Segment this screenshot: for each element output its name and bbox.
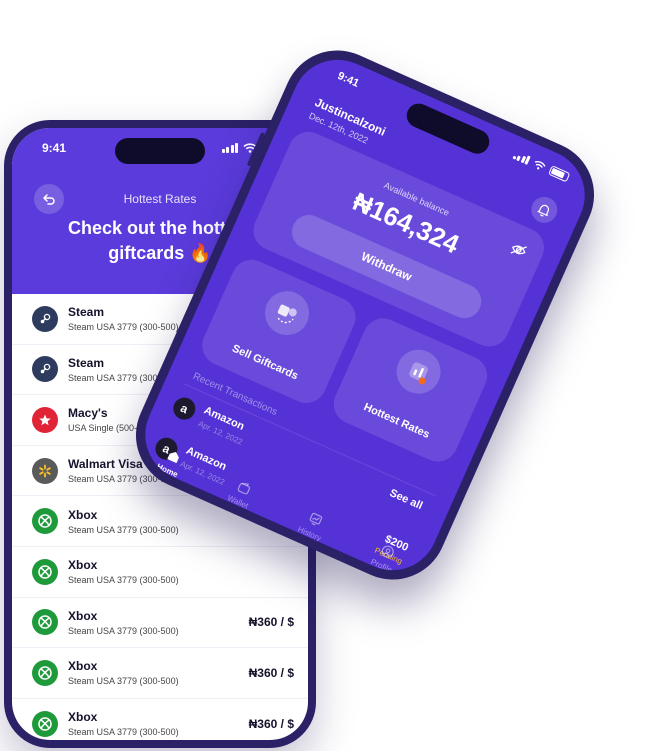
home-icon [166,451,179,463]
bell-icon [537,204,550,216]
status-time: 9:41 [42,141,67,155]
notifications-button[interactable] [527,192,562,227]
xbox-icon [32,508,58,535]
giftcard-variant: Steam USA 3779 (300-500) [68,575,179,586]
wallet-icon [237,482,250,495]
rate-row[interactable]: Xbox Steam USA 3779 (300-500) ₦360 / $ [12,648,308,699]
rates-chart-icon [389,342,448,401]
giftcard-name: Xbox [68,558,98,573]
walmart-icon [32,457,58,484]
rate-value: ₦360 / $ [248,716,294,731]
xbox-icon [32,710,58,737]
history-icon [309,512,323,526]
wifi-icon [534,160,546,170]
rate-value: ₦360 / $ [248,665,294,680]
xbox-icon [32,558,58,585]
steam-icon [32,305,58,332]
status-icons [512,149,571,183]
giftcard-icon [257,284,317,343]
rate-info: Xbox Steam USA 3779 (300-500) [68,558,308,585]
transaction-status: Successful [349,577,388,585]
rate-value: ₦360 / $ [248,615,294,630]
battery-icon [548,165,571,183]
rate-row[interactable]: Xbox Steam USA 3779 (300-500) [12,547,308,598]
macys-icon [32,406,58,433]
signal-icon [221,143,238,153]
tab-profile[interactable]: Profile [358,541,401,585]
signal-icon [512,150,531,165]
amazon-icon: a [169,394,199,424]
status-time: 9:41 [335,69,361,90]
rate-row[interactable]: Xbox Steam USA 3779 (300-500) ₦360 / $ [12,699,308,740]
hottest-rates-label: Hottest Rates [361,401,432,441]
dynamic-island [115,138,205,164]
xbox-icon [32,609,58,636]
xbox-icon [32,659,58,686]
rate-row[interactable]: Xbox Steam USA 3779 (300-500) ₦360 / $ [12,598,308,649]
steam-icon [32,356,58,383]
profile-icon [381,545,394,558]
